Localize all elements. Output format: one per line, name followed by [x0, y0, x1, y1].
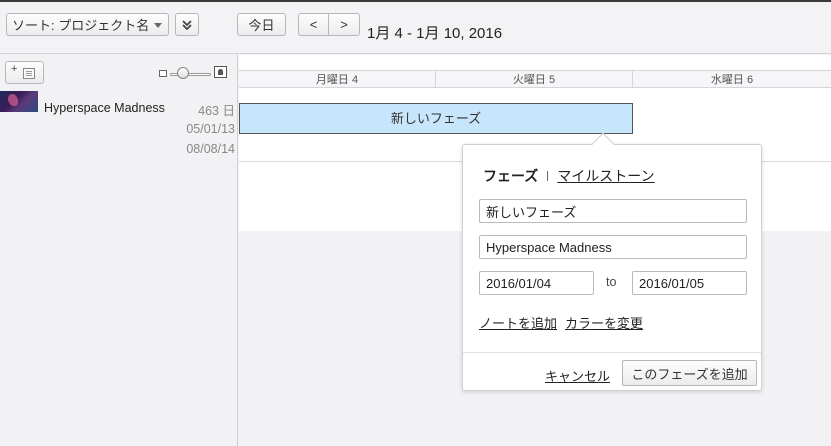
project-thumbnail[interactable]: [0, 91, 38, 112]
sort-label: ソート: プロジェクト名: [12, 18, 150, 33]
zoom-out-icon[interactable]: [159, 70, 167, 77]
popover-tabs: フェーズ マイルストーン: [483, 166, 655, 186]
day-header-tuesday: 火曜日 5: [436, 70, 633, 88]
prev-button[interactable]: <: [298, 13, 329, 36]
double-chevron-down-icon: [182, 19, 192, 30]
day-header-monday: 月曜日 4: [239, 70, 436, 88]
tab-milestone[interactable]: マイルストーン: [557, 166, 654, 186]
end-date-input[interactable]: [632, 271, 747, 295]
project-name[interactable]: Hyperspace Madness: [44, 101, 165, 115]
project-input[interactable]: [479, 235, 747, 259]
today-button[interactable]: 今日: [237, 13, 286, 36]
add-phase-popover: フェーズ マイルストーン to ノートを追加 カラーを変更 キャンセル このフェ…: [462, 132, 762, 391]
phase-bar[interactable]: 新しいフェーズ: [239, 103, 633, 134]
project-duration: 463 日: [198, 104, 235, 118]
tab-separator: [547, 171, 549, 181]
collapse-button[interactable]: [175, 13, 199, 36]
change-color-link[interactable]: カラーを変更: [565, 313, 643, 332]
add-phase-button[interactable]: このフェーズを追加: [622, 360, 757, 386]
add-sheet-icon: [23, 68, 35, 79]
popover-footer: キャンセル このフェーズを追加: [463, 352, 761, 390]
sort-dropdown[interactable]: ソート: プロジェクト名: [6, 13, 169, 36]
tab-phase[interactable]: フェーズ: [483, 166, 538, 186]
plus-icon: +: [11, 63, 18, 75]
zoom-slider-handle[interactable]: [177, 67, 189, 79]
to-label: to: [606, 275, 617, 289]
toolbar: ソート: プロジェクト名 今日 < > 1月 4 - 1月 10, 2016: [0, 2, 831, 54]
cancel-link[interactable]: キャンセル: [545, 366, 610, 385]
add-note-link[interactable]: ノートを追加: [479, 313, 557, 332]
add-project-button[interactable]: +: [5, 61, 44, 84]
project-sidebar: + Hyperspace Madness 463 日 05/01/13 08/0…: [0, 55, 238, 446]
zoom-in-icon[interactable]: [214, 66, 227, 78]
project-start-date: 05/01/13: [186, 122, 235, 136]
day-header-wednesday: 水曜日 6: [633, 70, 831, 88]
project-end-date: 08/08/14: [186, 142, 235, 156]
phase-name-input[interactable]: [479, 199, 747, 223]
start-date-input[interactable]: [479, 271, 594, 295]
date-range: 1月 4 - 1月 10, 2016: [367, 25, 503, 42]
next-button[interactable]: >: [328, 13, 360, 36]
caret-down-icon: [154, 23, 162, 28]
